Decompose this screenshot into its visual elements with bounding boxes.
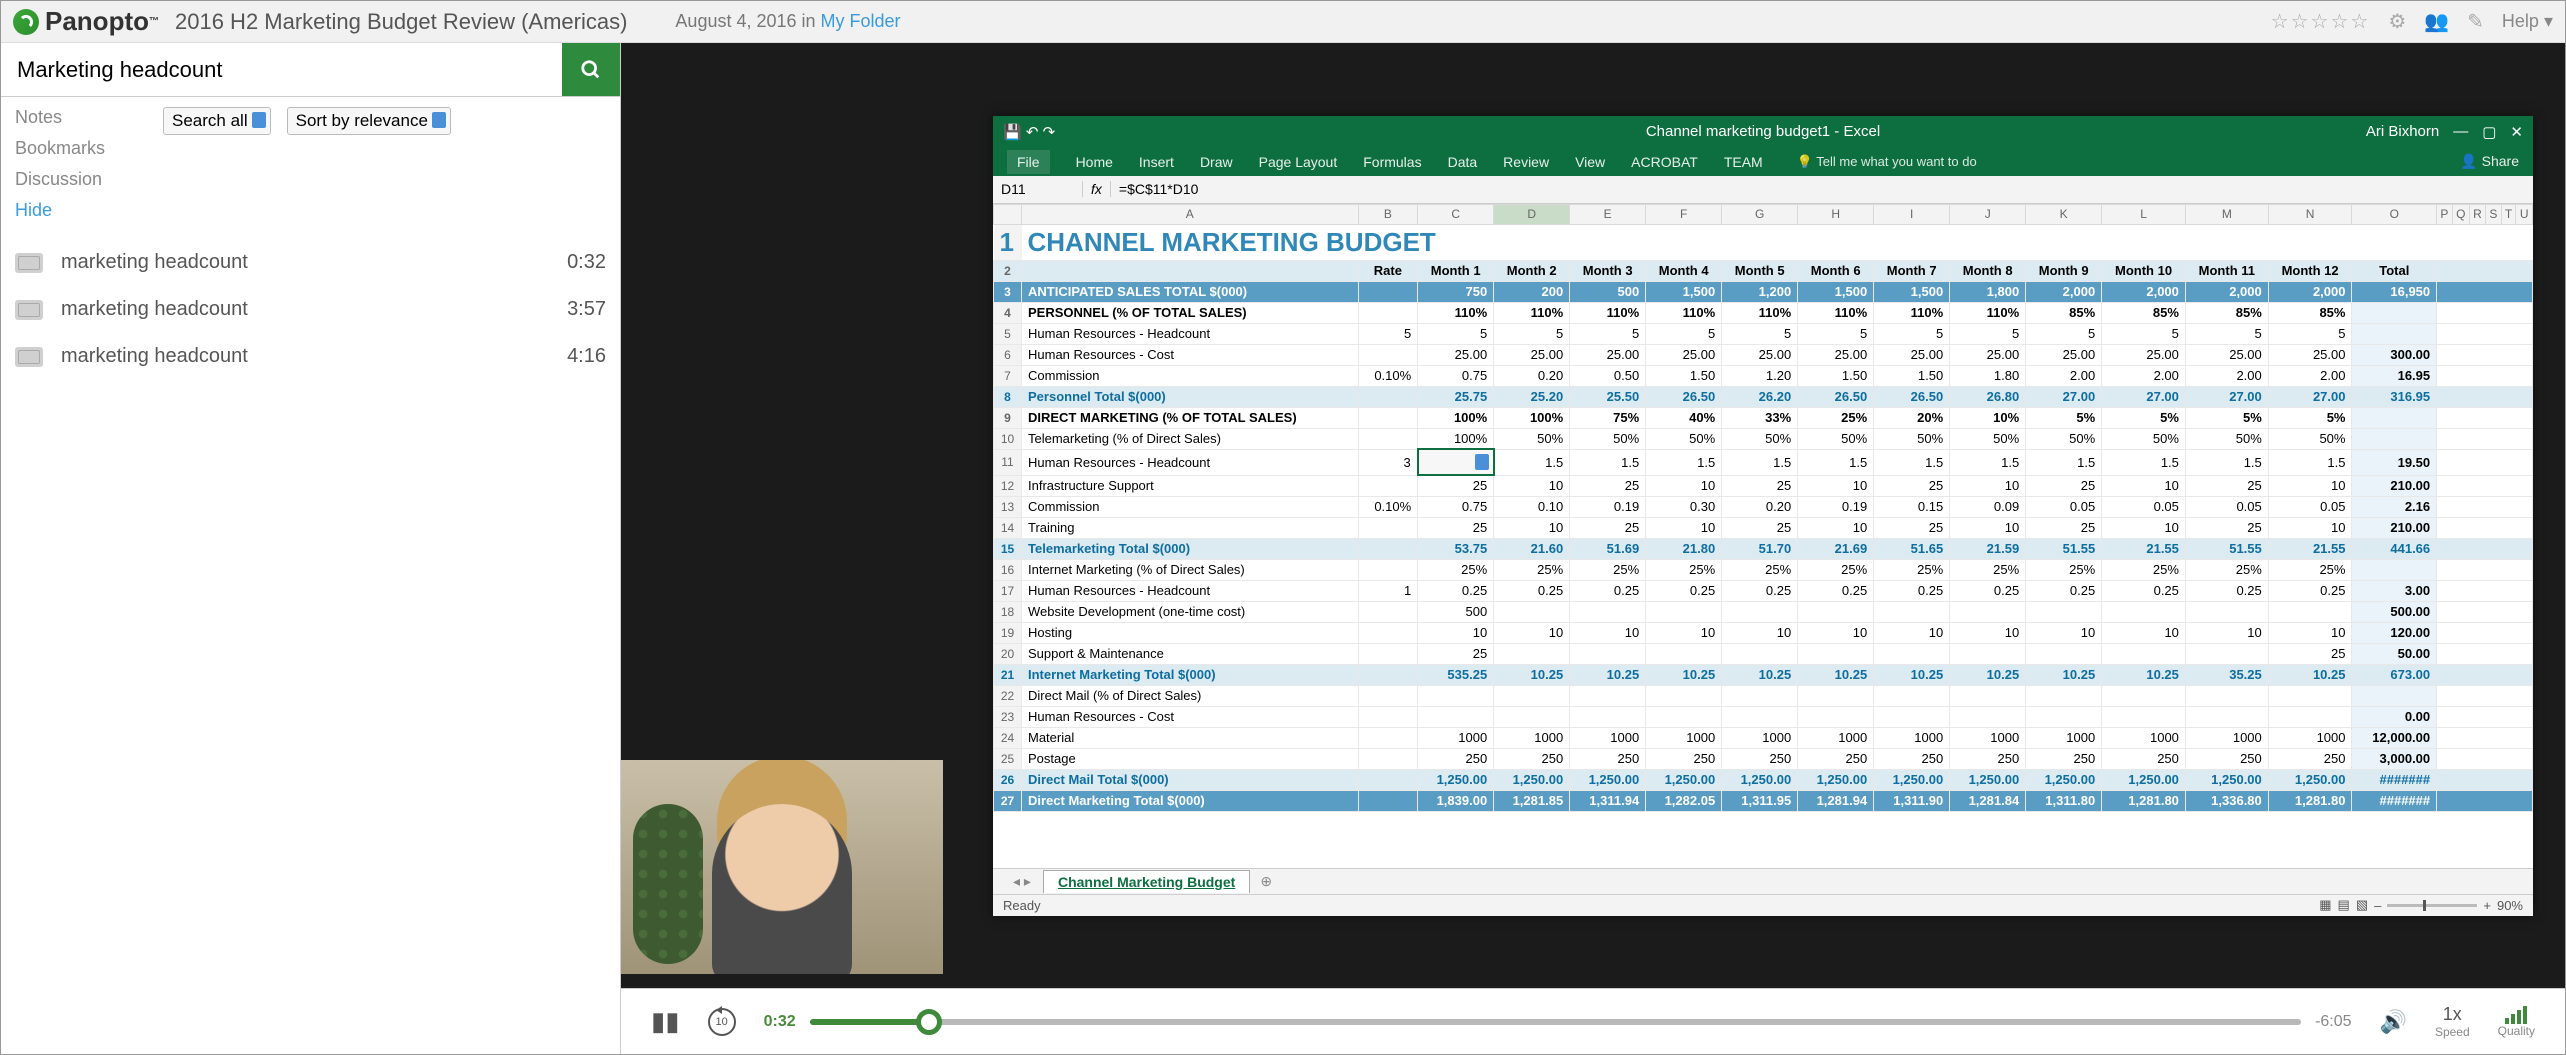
search-input[interactable] xyxy=(1,43,562,96)
search-result[interactable]: marketing headcount 3:57 xyxy=(15,286,606,333)
ribbon-tab-formulas[interactable]: Formulas xyxy=(1363,154,1421,170)
ribbon-tab-file[interactable]: File xyxy=(1007,150,1050,174)
ribbon-tab-pagelayout[interactable]: Page Layout xyxy=(1259,154,1338,170)
spreadsheet-grid[interactable]: ABCDEFGHIJKLMNOPQRSTU1CHANNEL MARKETING … xyxy=(993,204,2533,868)
result-time: 0:32 xyxy=(567,251,606,274)
pause-button[interactable]: ▮▮ xyxy=(651,1006,680,1037)
share-button[interactable]: 👤 Share xyxy=(2460,153,2519,170)
search-icon xyxy=(580,59,602,81)
rewind-10-button[interactable]: 10 xyxy=(708,1008,736,1036)
brand-logo: Panopto™ xyxy=(13,6,159,37)
edit-icon[interactable]: ✎ xyxy=(2467,9,2484,34)
excel-window: 💾 ↶ ↷ Channel marketing budget1 - Excel … xyxy=(993,116,2533,916)
qat-save-icon[interactable]: 💾 xyxy=(1003,123,1022,141)
sidebar-tab-bookmarks[interactable]: Bookmarks xyxy=(15,138,155,159)
video-viewer: 💾 ↶ ↷ Channel marketing budget1 - Excel … xyxy=(621,43,2565,1054)
remaining-time: -6:05 xyxy=(2315,1013,2351,1031)
excel-user: Ari Bixhorn xyxy=(2366,123,2439,140)
window-restore-icon[interactable]: ▢ xyxy=(2482,123,2496,141)
sheet-tab[interactable]: Channel Marketing Budget xyxy=(1043,870,1250,893)
status-ready: Ready xyxy=(1003,898,1041,913)
help-menu[interactable]: Help ▾ xyxy=(2502,11,2553,32)
view-normal-icon[interactable]: ▦ xyxy=(2319,897,2331,913)
window-close-icon[interactable]: ✕ xyxy=(2510,123,2523,141)
result-text: marketing headcount xyxy=(61,298,248,321)
search-scope-select[interactable]: Search all xyxy=(163,107,271,135)
zoom-level[interactable]: 90% xyxy=(2497,898,2523,913)
sidebar-tab-notes[interactable]: Notes xyxy=(15,107,155,128)
ribbon-tab-insert[interactable]: Insert xyxy=(1139,154,1174,170)
sidebar-tab-hide[interactable]: Hide xyxy=(15,200,155,221)
rating-stars[interactable]: ☆☆☆☆☆ xyxy=(2271,9,2371,34)
ribbon-tab-acrobat[interactable]: ACROBAT xyxy=(1631,154,1698,170)
result-thumb-icon xyxy=(15,300,43,320)
ribbon-tab-draw[interactable]: Draw xyxy=(1200,154,1233,170)
result-time: 4:16 xyxy=(567,345,606,368)
speed-control[interactable]: 1x Speed xyxy=(2435,1004,2470,1039)
view-layout-icon[interactable]: ▤ xyxy=(2338,897,2350,913)
name-box[interactable]: D11 xyxy=(993,181,1083,197)
current-time: 0:32 xyxy=(764,1013,796,1031)
ribbon-tab-home[interactable]: Home xyxy=(1076,154,1113,170)
formula-bar[interactable]: =$C$11*D10 xyxy=(1111,181,1207,197)
zoom-out-icon[interactable]: – xyxy=(2374,898,2381,913)
search-button[interactable] xyxy=(562,43,620,96)
zoom-in-icon[interactable]: + xyxy=(2483,898,2491,913)
sort-select[interactable]: Sort by relevance xyxy=(287,107,451,135)
share-icon[interactable]: 👥 xyxy=(2424,9,2449,34)
player-controls: ▮▮ 10 0:32 -6:05 🔊 1x Speed Q xyxy=(621,988,2565,1054)
fx-icon: fx xyxy=(1083,181,1111,197)
view-break-icon[interactable]: ▧ xyxy=(2356,897,2368,913)
sidebar: NotesBookmarksDiscussionHide Search all … xyxy=(1,43,621,1054)
gear-icon[interactable]: ⚙ xyxy=(2388,9,2406,34)
presenter-pip[interactable] xyxy=(621,760,943,974)
add-sheet-icon[interactable]: ⊕ xyxy=(1260,873,1272,890)
ribbon-tab-team[interactable]: TEAM xyxy=(1724,154,1763,170)
folder-link[interactable]: My Folder xyxy=(821,11,901,31)
result-text: marketing headcount xyxy=(61,251,248,274)
sidebar-tab-discussion[interactable]: Discussion xyxy=(15,169,155,190)
qat-undo-icon[interactable]: ↶ xyxy=(1026,123,1039,141)
result-thumb-icon xyxy=(15,253,43,273)
ribbon-tab-view[interactable]: View xyxy=(1575,154,1605,170)
excel-title: Channel marketing budget1 - Excel xyxy=(1646,123,1880,140)
ribbon-tab-data[interactable]: Data xyxy=(1448,154,1478,170)
result-thumb-icon xyxy=(15,347,43,367)
ribbon-tab-review[interactable]: Review xyxy=(1503,154,1549,170)
result-time: 3:57 xyxy=(567,298,606,321)
result-text: marketing headcount xyxy=(61,345,248,368)
panopto-icon xyxy=(13,9,39,35)
brand-text: Panopto xyxy=(45,6,149,37)
seek-bar[interactable] xyxy=(810,1019,2301,1025)
top-bar: Panopto™ 2016 H2 Marketing Budget Review… xyxy=(1,1,2565,43)
session-title: 2016 H2 Marketing Budget Review (America… xyxy=(175,9,627,35)
volume-icon[interactable]: 🔊 xyxy=(2380,1009,2407,1035)
window-minimize-icon[interactable]: — xyxy=(2453,123,2468,140)
quality-control[interactable]: Quality xyxy=(2498,1006,2535,1038)
search-result[interactable]: marketing headcount 4:16 xyxy=(15,333,606,380)
session-date: August 4, 2016 in My Folder xyxy=(675,11,900,32)
search-result[interactable]: marketing headcount 0:32 xyxy=(15,239,606,286)
qat-redo-icon[interactable]: ↷ xyxy=(1043,123,1056,141)
tell-me-input[interactable]: 💡 Tell me what you want to do xyxy=(1797,154,1977,170)
primary-video-area[interactable]: 💾 ↶ ↷ Channel marketing budget1 - Excel … xyxy=(621,43,2565,988)
